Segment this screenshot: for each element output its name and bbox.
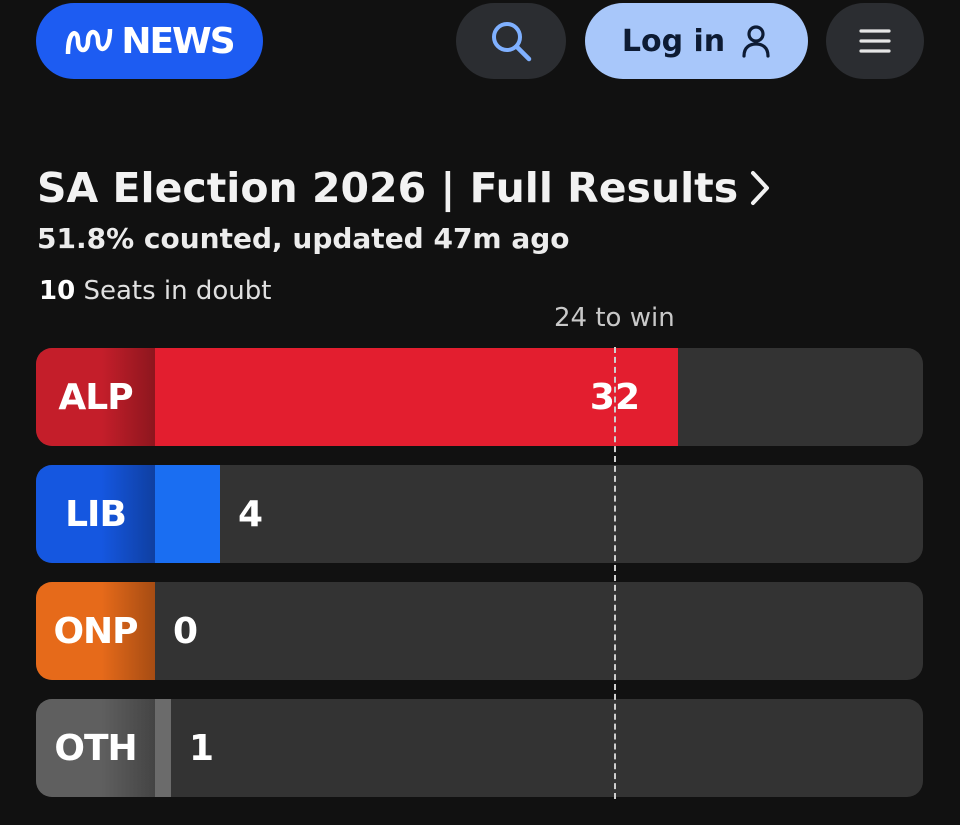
abc-logo-mark-icon (66, 28, 113, 55)
logo-text: NEWS (121, 20, 235, 62)
majority-line (614, 347, 616, 799)
seat-count-lib: 4 (238, 493, 264, 535)
party-label-oth: OTH (36, 699, 155, 797)
party-row-onp[interactable]: ONP 0 (36, 582, 923, 680)
seats-in-doubt-count: 10 (39, 276, 76, 306)
hamburger-menu-icon (859, 29, 891, 53)
seat-bar-lib (155, 465, 220, 563)
login-button[interactable]: Log in (585, 3, 808, 79)
seat-count-oth: 1 (189, 727, 215, 769)
party-row-alp[interactable]: ALP 32 (36, 348, 923, 446)
abc-news-logo[interactable]: NEWS (36, 3, 263, 79)
party-row-lib[interactable]: LIB 4 (36, 465, 923, 563)
majority-label: 24 to win (554, 303, 675, 333)
menu-button[interactable] (826, 3, 924, 79)
party-label-alp: ALP (36, 348, 155, 446)
chevron-right-icon (751, 171, 770, 205)
results-title-link[interactable]: SA Election 2026 | Full Results (37, 160, 772, 216)
search-icon (492, 22, 532, 62)
party-label-lib: LIB (36, 465, 155, 563)
page-title: SA Election 2026 | Full Results (37, 164, 739, 212)
counted-status: 51.8% counted, updated 47m ago (37, 222, 570, 255)
party-row-oth[interactable]: OTH 1 (36, 699, 923, 797)
party-label-onp: ONP (36, 582, 155, 680)
login-label: Log in (621, 23, 726, 59)
top-navigation: NEWS Log in (0, 0, 960, 80)
seats-in-doubt-label: Seats in doubt (75, 276, 272, 306)
seat-bar-oth (155, 699, 171, 797)
seat-count-onp: 0 (173, 610, 199, 652)
seats-in-doubt: 10 Seats in doubt (39, 276, 271, 306)
search-button[interactable] (456, 3, 566, 79)
user-icon (742, 25, 770, 58)
